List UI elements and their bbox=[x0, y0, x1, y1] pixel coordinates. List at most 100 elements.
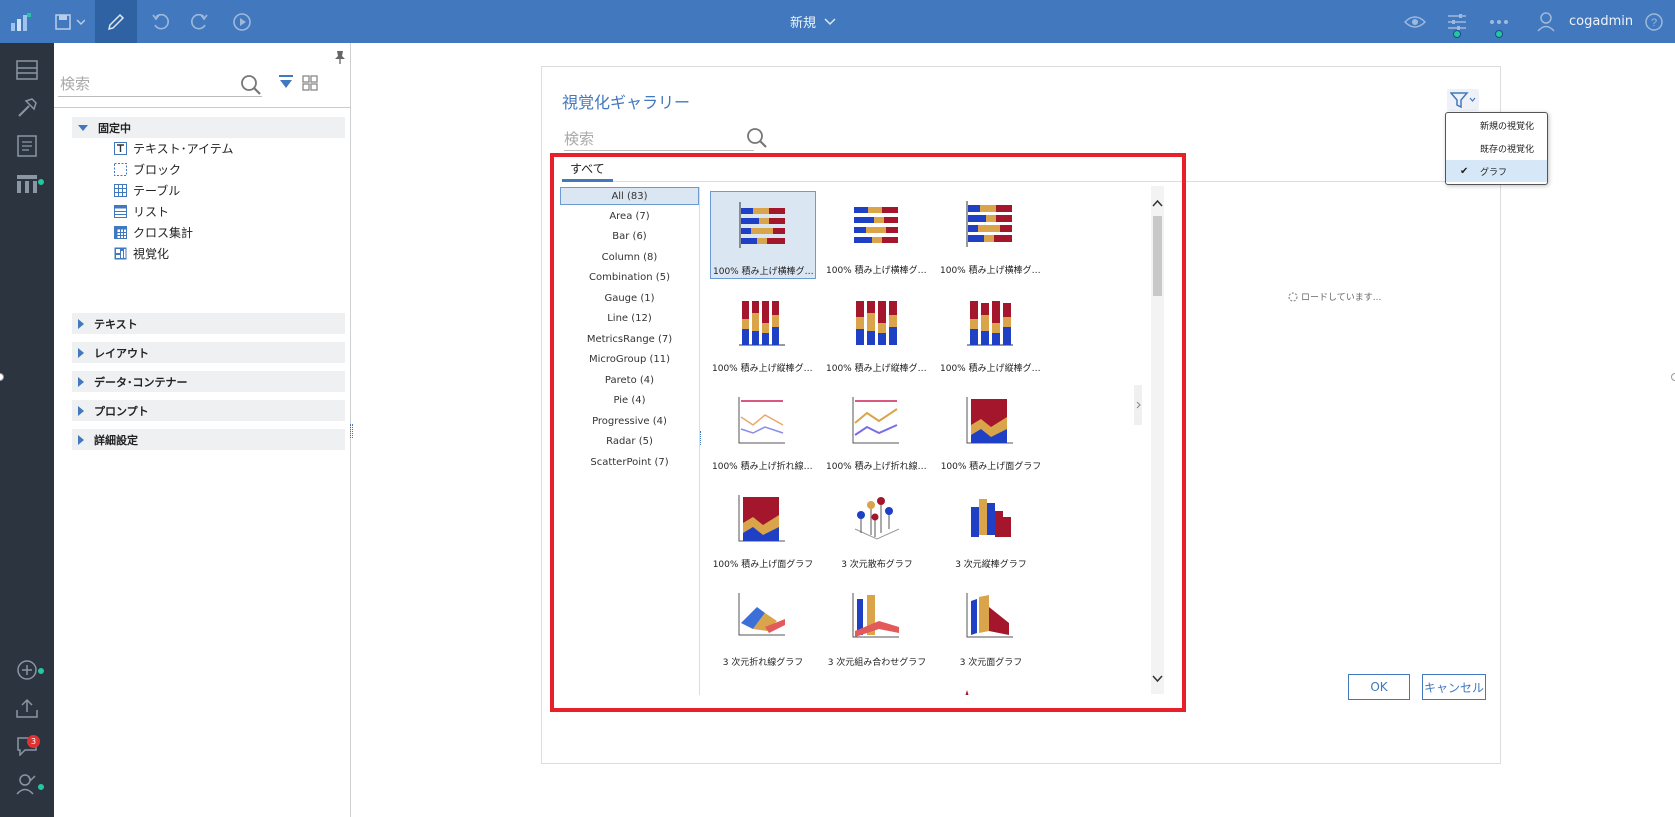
filter-toolbox-icon[interactable] bbox=[278, 74, 294, 94]
tile-stacked-column-3[interactable]: 100% 積み上げ縦棒グラフ bbox=[938, 289, 1044, 377]
category-item[interactable]: MicroGroup (11) bbox=[560, 351, 699, 369]
toolbox-item-list[interactable]: リスト bbox=[114, 201, 169, 221]
tile-3d-column[interactable]: 3 次元縦棒グラフ bbox=[938, 485, 1044, 573]
scroll-up-chevron-icon[interactable] bbox=[1152, 192, 1163, 211]
gallery-search-input[interactable]: 検索 bbox=[564, 127, 754, 151]
group-advanced-label: 詳細設定 bbox=[94, 433, 138, 447]
gallery-search-icon[interactable] bbox=[746, 127, 768, 153]
category-item[interactable]: Progressive (4) bbox=[560, 413, 699, 431]
group-text[interactable]: テキスト bbox=[72, 313, 345, 334]
preview-expand-handle[interactable] bbox=[1134, 385, 1142, 425]
toolbox-search-input[interactable]: 検索 bbox=[58, 71, 262, 97]
validation-user-icon[interactable] bbox=[0, 765, 54, 803]
toolbox-item-block[interactable]: ブロック bbox=[114, 159, 181, 179]
tile-stacked-column-1[interactable]: 100% 積み上げ縦棒グラフ bbox=[710, 289, 816, 377]
tile-label: 3 次元縦棒グラフ bbox=[955, 560, 1027, 570]
tile-label: 100% 積み上げ折れ線グラフ bbox=[826, 462, 928, 472]
gallery-scrollbar[interactable] bbox=[1151, 186, 1164, 694]
gallery-filter-button[interactable] bbox=[1447, 89, 1479, 111]
tile-stacked-bar-1[interactable]: 100% 積み上げ横棒グラフ bbox=[710, 191, 816, 279]
panel-resize-handle[interactable] bbox=[350, 424, 353, 438]
upload-icon[interactable] bbox=[0, 689, 54, 727]
group-advanced[interactable]: 詳細設定 bbox=[72, 429, 345, 450]
tile-stacked-bar-2[interactable]: 100% 積み上げ横棒グラフ bbox=[824, 191, 930, 279]
redo-icon[interactable] bbox=[184, 0, 214, 43]
pages-icon[interactable] bbox=[0, 51, 54, 89]
tab-all[interactable]: すべて bbox=[562, 157, 613, 182]
app-logo-icon[interactable] bbox=[6, 0, 36, 43]
undo-icon[interactable] bbox=[146, 0, 176, 43]
menu-item-charts[interactable]: ✔ グラフ bbox=[1446, 160, 1547, 182]
toolbox-item-visualization[interactable]: 視覚化 bbox=[114, 243, 169, 263]
toolbox-item-text-item[interactable]: テキスト･アイテム bbox=[114, 138, 233, 158]
scroll-thumb[interactable] bbox=[1153, 216, 1162, 296]
tile-stacked-line-1[interactable]: 100% 積み上げ折れ線グラフ bbox=[710, 387, 816, 475]
group-prompts-label: プロンプト bbox=[94, 404, 149, 418]
menu-item-existing-visualizations[interactable]: 既存の視覚化 bbox=[1446, 137, 1547, 159]
category-item[interactable]: MetricsRange (7) bbox=[560, 331, 699, 349]
report-title[interactable]: 新規 bbox=[790, 0, 836, 43]
group-layout[interactable]: レイアウト bbox=[72, 342, 345, 363]
category-item[interactable]: Line (12) bbox=[560, 310, 699, 328]
category-item[interactable]: Area (7) bbox=[560, 208, 699, 226]
category-item[interactable]: Gauge (1) bbox=[560, 290, 699, 308]
tile-stacked-bar-3[interactable]: 100% 積み上げ横棒グラフ bbox=[938, 191, 1044, 279]
tile-3d-scatter[interactable]: 3 次元散布グラフ bbox=[824, 485, 930, 573]
data-sources-icon[interactable] bbox=[0, 165, 54, 203]
tile-3d-line[interactable]: 3 次元折れ線グラフ bbox=[710, 583, 816, 671]
tile-label: 100% 積み上げ折れ線グラフ bbox=[712, 462, 814, 472]
help-icon-glyph: ? bbox=[1651, 17, 1657, 29]
user-avatar-icon[interactable] bbox=[1534, 0, 1558, 43]
tile-3d-combination[interactable]: 3 次元組み合わせグラフ bbox=[824, 583, 930, 671]
tile-stacked-area-2[interactable]: 100% 積み上げ面グラフ bbox=[710, 485, 816, 573]
collapsed-triangle-icon bbox=[78, 318, 84, 329]
block-icon bbox=[114, 162, 127, 176]
category-item[interactable]: ScatterPoint (7) bbox=[560, 454, 699, 472]
group-text-label: テキスト bbox=[94, 317, 138, 331]
pin-icon[interactable] bbox=[334, 49, 346, 68]
stacked-column-chart-icon bbox=[739, 301, 785, 346]
category-item[interactable]: All (83) bbox=[560, 187, 699, 205]
group-data-containers[interactable]: データ･コンテナー bbox=[72, 371, 345, 392]
scroll-down-chevron-icon[interactable] bbox=[1152, 668, 1163, 687]
panel-divider bbox=[54, 107, 351, 108]
tile-stacked-line-2[interactable]: 100% 積み上げ折れ線グラフ bbox=[824, 387, 930, 475]
toolbox-item-label: 視覚化 bbox=[133, 246, 170, 261]
preview-eye-icon[interactable] bbox=[1400, 0, 1430, 43]
loading-text: ロードしています... bbox=[1301, 293, 1382, 303]
category-item[interactable]: Column (8) bbox=[560, 249, 699, 267]
ok-button[interactable]: OK bbox=[1348, 674, 1410, 700]
edit-pencil-icon[interactable] bbox=[95, 0, 137, 43]
report-outline-icon[interactable] bbox=[0, 127, 54, 165]
add-plus-icon[interactable] bbox=[0, 651, 54, 689]
list-resize-handle[interactable] bbox=[700, 431, 703, 445]
cancel-button[interactable]: キャンセル bbox=[1422, 674, 1486, 700]
toolbox-hammer-icon[interactable] bbox=[0, 89, 54, 127]
category-item[interactable]: Pie (4) bbox=[560, 392, 699, 410]
toolbox-item-table[interactable]: テーブル bbox=[114, 180, 180, 200]
group-pinned[interactable]: 固定中 bbox=[72, 117, 345, 138]
comments-icon[interactable] bbox=[0, 727, 54, 765]
category-item[interactable]: Pareto (4) bbox=[560, 372, 699, 390]
category-item[interactable]: Bar (6) bbox=[560, 228, 699, 246]
save-menu-icon[interactable] bbox=[50, 0, 90, 43]
stacked-area-3d-icon bbox=[738, 495, 785, 542]
view-grid-icon[interactable] bbox=[302, 75, 318, 95]
category-item[interactable]: Combination (5) bbox=[560, 269, 699, 287]
search-icon[interactable] bbox=[240, 74, 262, 100]
run-icon[interactable] bbox=[227, 0, 257, 43]
more-status-dot bbox=[1495, 30, 1503, 38]
stacked-column-chart-icon bbox=[856, 301, 897, 345]
canvas-right-edge-handle[interactable] bbox=[1671, 373, 1675, 381]
menu-item-new-visualizations[interactable]: 新規の視覚化 bbox=[1446, 114, 1547, 136]
group-prompts[interactable]: プロンプト bbox=[72, 400, 345, 421]
toolbox-item-crosstab[interactable]: クロス集計 bbox=[114, 222, 193, 242]
category-item[interactable]: Radar (5) bbox=[560, 433, 699, 451]
table-icon bbox=[114, 183, 127, 197]
tile-stacked-area-1[interactable]: 100% 積み上げ面グラフ bbox=[938, 387, 1044, 475]
help-icon[interactable]: ? bbox=[1639, 0, 1669, 43]
tile-stacked-column-2[interactable]: 100% 積み上げ縦棒グラフ bbox=[824, 289, 930, 377]
tile-3d-area[interactable]: 3 次元面グラフ bbox=[938, 583, 1044, 671]
user-name[interactable]: cogadmin bbox=[1569, 0, 1633, 43]
menu-item-label: グラフ bbox=[1480, 167, 1508, 178]
